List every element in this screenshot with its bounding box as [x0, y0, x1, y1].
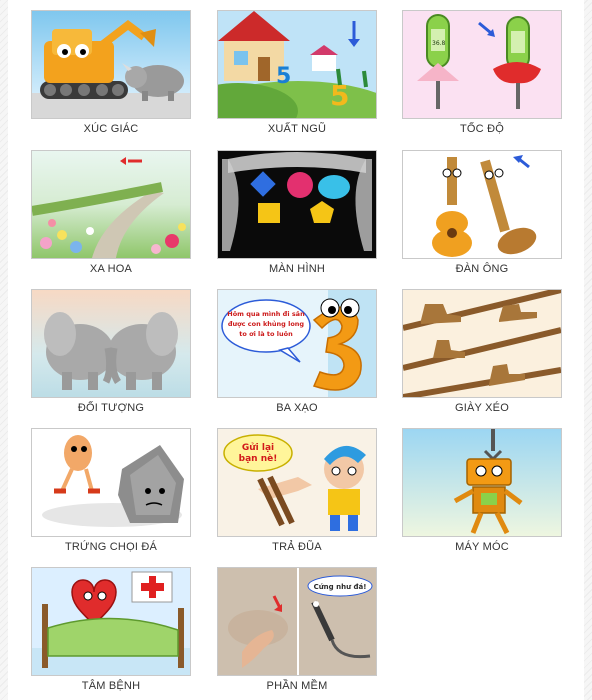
item-label: BA XẠO — [276, 402, 318, 414]
speech-line-3: to ơi là to luôn — [239, 330, 293, 338]
speech-line-2: bạn nè! — [239, 453, 278, 464]
speech-text: Cứng như đá! — [314, 583, 367, 591]
excavator-rhino-image[interactable] — [31, 10, 191, 119]
item-label: XÚC GIÁC — [83, 123, 139, 135]
egg-rock-image[interactable] — [31, 428, 191, 537]
shoes-shelves-image[interactable] — [402, 289, 562, 398]
grid-item-ba-xao[interactable]: Hôm qua mình đi săn được con khủng long … — [217, 289, 377, 421]
grid-item-may-moc[interactable]: MÁY MÓC — [402, 428, 562, 560]
elephants-image[interactable] — [31, 289, 191, 398]
item-label: XA HOA — [89, 263, 133, 275]
item-label: PHẦN MỀM — [266, 680, 328, 692]
grid-item-dan-ong[interactable]: ĐÀN ÔNG — [402, 150, 562, 282]
item-label: TỐC ĐỘ — [460, 123, 504, 135]
sick-heart-image[interactable] — [31, 567, 191, 676]
item-label: TRỨNG CHỌI ĐÁ — [64, 541, 158, 553]
boy-chopsticks-image[interactable]: Gửi lại bạn nè! — [217, 428, 377, 537]
item-label: MÀN HÌNH — [269, 263, 325, 275]
item-label: TÂM BỆNH — [81, 680, 141, 692]
house-numbers-image[interactable]: 5 5 — [217, 10, 377, 119]
grid-item-tam-benh[interactable]: TÂM BỆNH — [31, 567, 191, 699]
curtain-shapes-image[interactable] — [217, 150, 377, 259]
image-grid: XÚC GIÁC 5 5 XUẤT NGŨ 36.8 TỐC ĐỘ XA HOA… — [8, 0, 584, 700]
grid-item-tra-dua[interactable]: Gửi lại bạn nè! TRẢ ĐŨA — [217, 428, 377, 560]
item-label: GIÀY XÉO — [455, 402, 509, 414]
content-panel: XÚC GIÁC 5 5 XUẤT NGŨ 36.8 TỐC ĐỘ XA HOA… — [8, 0, 584, 700]
thermometer-readout: 36.8 — [432, 40, 446, 47]
grid-item-giay-xeo[interactable]: GIÀY XÉO — [402, 289, 562, 421]
grid-item-man-hinh[interactable]: MÀN HÌNH — [217, 150, 377, 282]
grid-item-phan-mem[interactable]: Cứng như đá! PHẦN MỀM — [217, 567, 377, 699]
robot-crane-image[interactable] — [402, 428, 562, 537]
grid-item-xa-hoa[interactable]: XA HOA — [31, 150, 191, 282]
flower-road-image[interactable] — [31, 150, 191, 259]
item-label: TRẢ ĐŨA — [272, 541, 322, 553]
item-label: XUẤT NGŨ — [267, 123, 327, 135]
grid-item-trung-choi-da[interactable]: TRỨNG CHỌI ĐÁ — [31, 428, 191, 560]
number-three-image[interactable]: Hôm qua mình đi săn được con khủng long … — [217, 289, 377, 398]
grid-item-xuc-giac[interactable]: XÚC GIÁC — [31, 10, 191, 142]
speech-line-1: Hôm qua mình đi săn — [227, 310, 305, 318]
grid-item-xuat-ngu[interactable]: 5 5 XUẤT NGŨ — [217, 10, 377, 142]
svg-text:5: 5 — [276, 64, 291, 89]
guitars-image[interactable] — [402, 150, 562, 259]
thermometers-image[interactable]: 36.8 — [402, 10, 562, 119]
grid-item-doi-tuong[interactable]: ĐỐI TƯỢNG — [31, 289, 191, 421]
soft-pen-image[interactable]: Cứng như đá! — [217, 567, 377, 676]
item-label: MÁY MÓC — [455, 541, 509, 553]
speech-line-1: Gửi lại — [242, 442, 274, 453]
speech-line-2: được con khủng long — [228, 320, 305, 328]
item-label: ĐÀN ÔNG — [455, 263, 509, 275]
item-label: ĐỐI TƯỢNG — [77, 402, 145, 414]
grid-item-toc-do[interactable]: 36.8 TỐC ĐỘ — [402, 10, 562, 142]
